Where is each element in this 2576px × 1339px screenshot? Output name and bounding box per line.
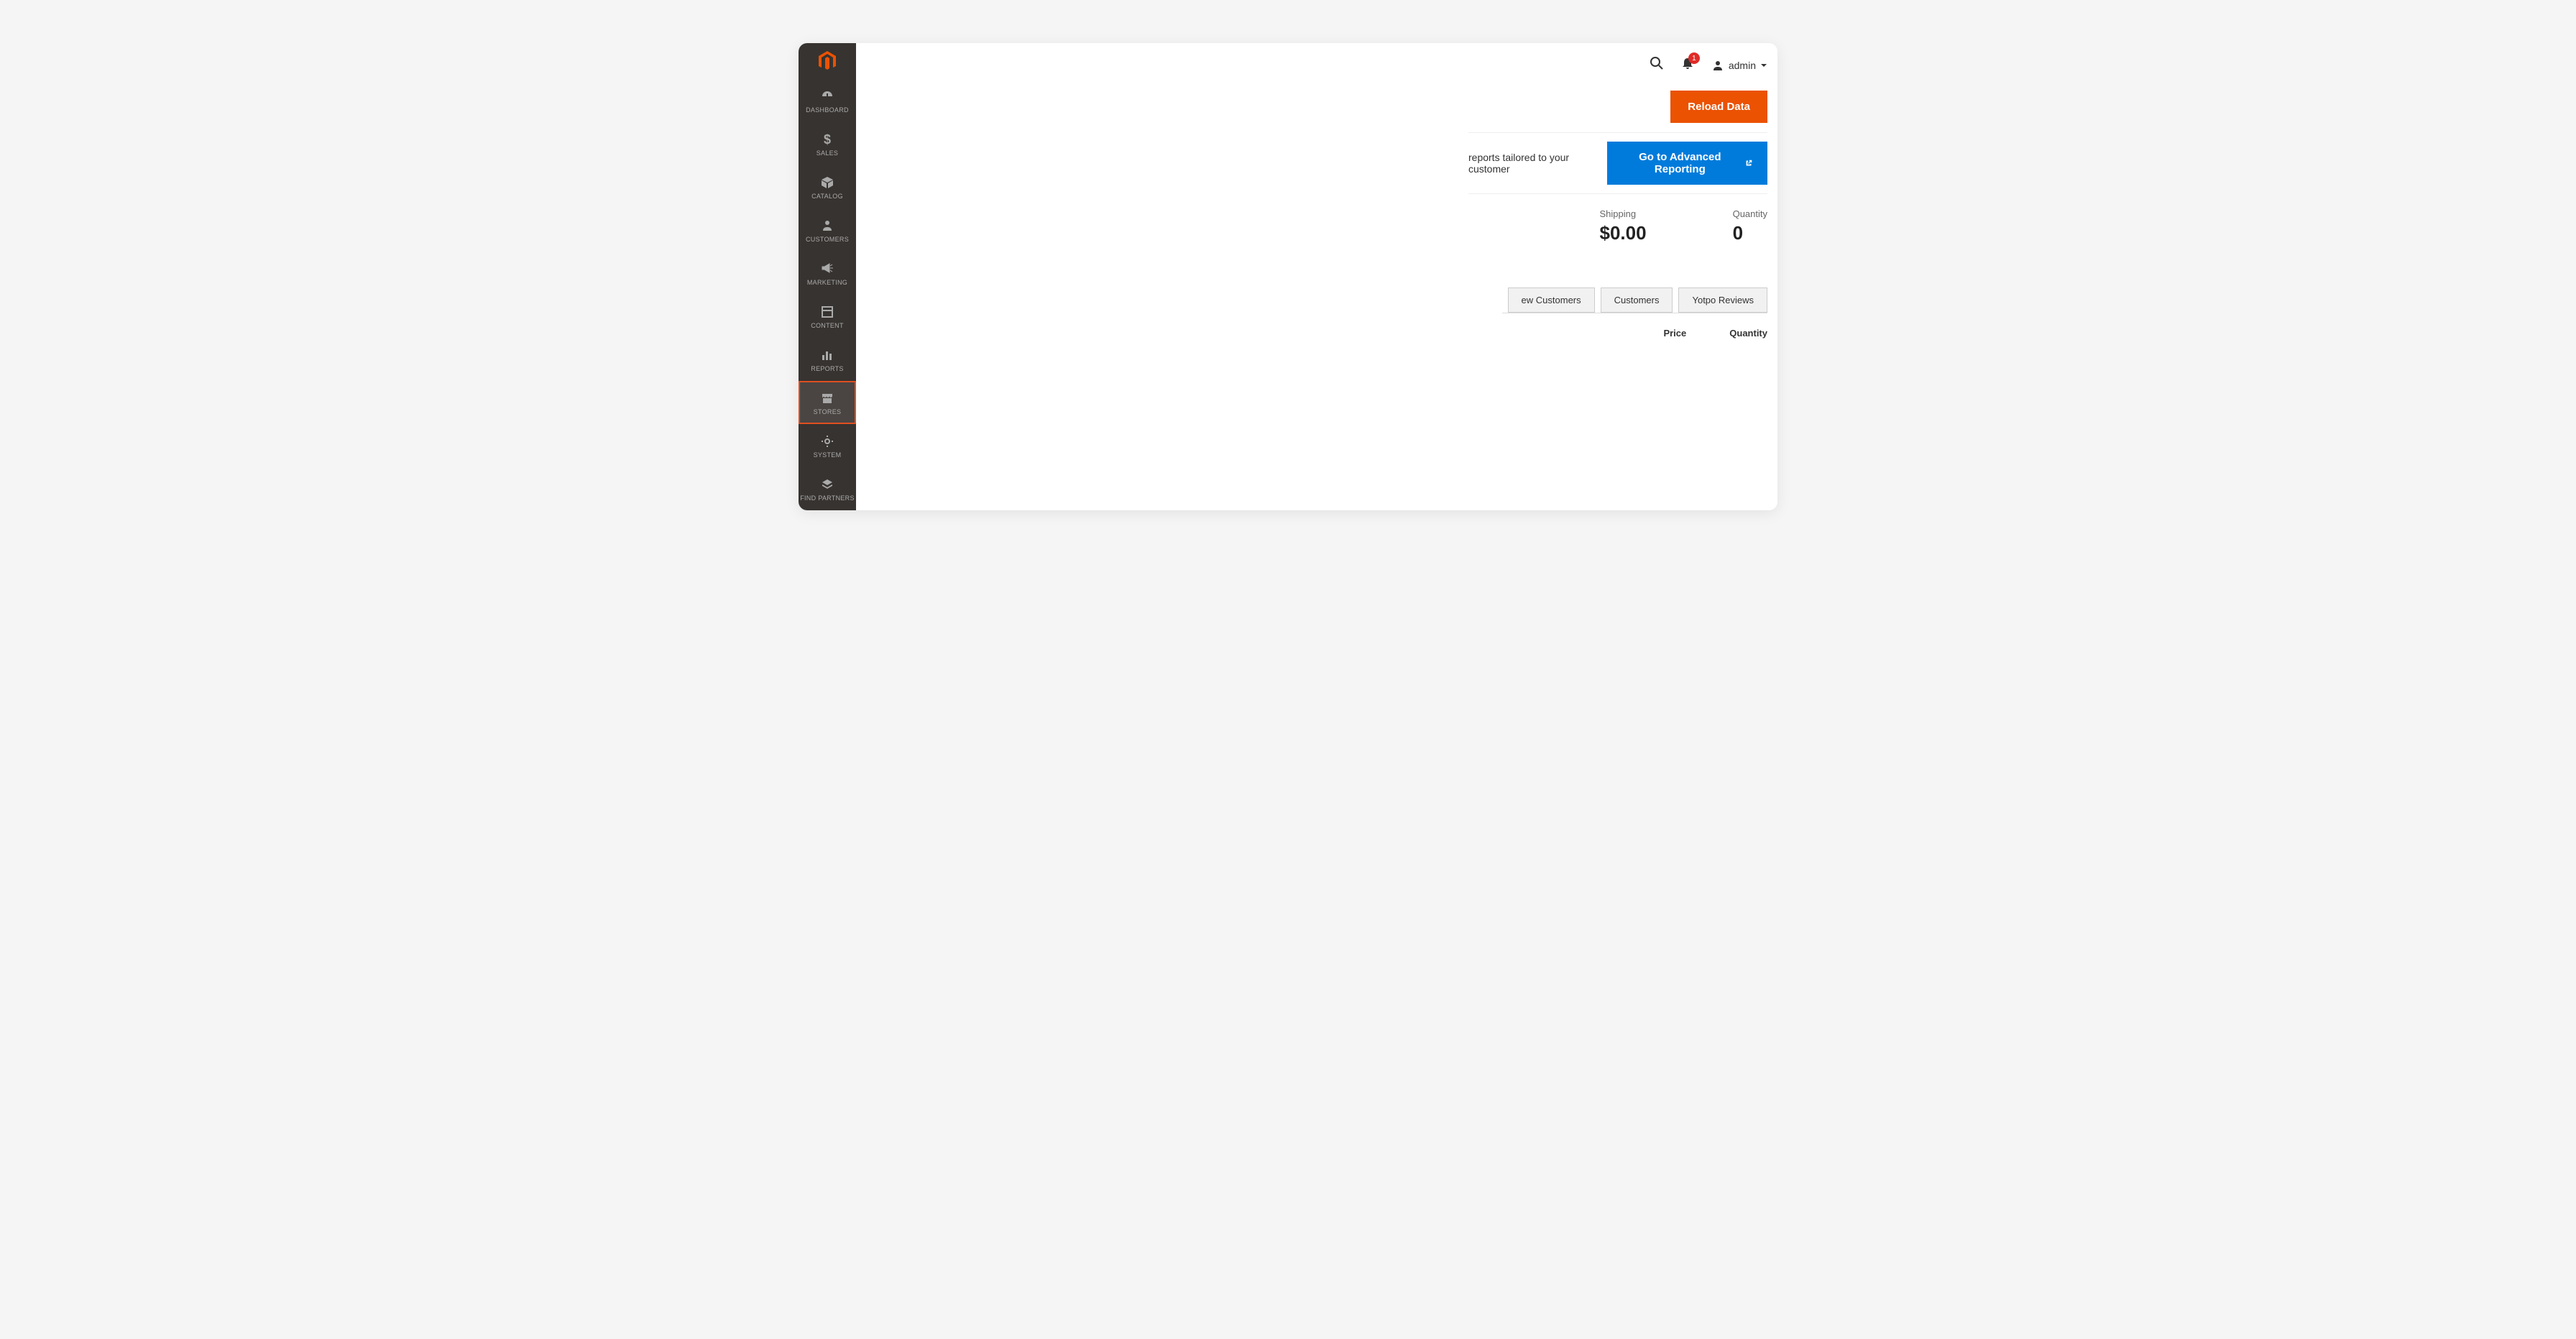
table-col-quantity: Quantity (1729, 328, 1767, 339)
sidebar-item-content[interactable]: CONTENT (799, 295, 856, 338)
partners-icon (819, 477, 835, 492)
sidebar-item-dashboard[interactable]: DASHBOARD (799, 79, 856, 122)
sidebar-item-sales[interactable]: $ SALES (799, 122, 856, 165)
gear-icon (819, 433, 835, 449)
external-link-icon (1744, 158, 1753, 168)
tab-customers[interactable]: Customers (1601, 287, 1673, 313)
user-label: admin (1729, 60, 1756, 71)
topbar: 1 admin (1650, 49, 1767, 81)
stat-value: 0 (1733, 222, 1767, 244)
dashboard-icon (819, 88, 835, 104)
dollar-icon: $ (819, 132, 835, 147)
person-icon (819, 218, 835, 234)
stat-quantity: Quantity 0 (1733, 208, 1767, 244)
box-icon (819, 175, 835, 190)
sidebar-item-label: MARKETING (807, 279, 847, 286)
stat-value: $0.00 (1600, 222, 1647, 244)
store-icon (819, 390, 835, 406)
bars-icon (819, 347, 835, 363)
search-icon[interactable] (1650, 56, 1664, 74)
magento-logo[interactable] (799, 43, 856, 79)
user-menu[interactable]: admin (1711, 59, 1767, 72)
sidebar-item-partners[interactable]: FIND PARTNERS (799, 467, 856, 510)
sidebar-item-label: FIND PARTNERS (800, 494, 855, 502)
adv-reporting-text: reports tailored to your customer (1468, 152, 1594, 175)
stat-shipping: Shipping $0.00 (1600, 208, 1647, 244)
sidebar-item-label: SALES (816, 149, 839, 157)
stat-label: Shipping (1600, 208, 1647, 219)
sidebar-item-label: CUSTOMERS (806, 236, 849, 243)
svg-text:$: $ (824, 132, 831, 147)
sidebar-item-label: SYSTEM (814, 451, 842, 459)
table-header: Price Quantity (1663, 328, 1767, 339)
sidebar-item-stores[interactable]: STORES (799, 381, 856, 424)
tabs-row: ew CustomersCustomersYotpo Reviews (1502, 287, 1767, 313)
sidebar-item-label: REPORTS (811, 365, 843, 372)
sidebar-item-customers[interactable]: CUSTOMERS (799, 208, 856, 252)
sidebar-item-label: CONTENT (811, 322, 844, 329)
tab-ew-customers[interactable]: ew Customers (1508, 287, 1595, 313)
reload-data-button[interactable]: Reload Data (1670, 91, 1767, 123)
sidebar-item-label: DASHBOARD (806, 106, 849, 114)
table-col-price: Price (1663, 328, 1686, 339)
sidebar-item-marketing[interactable]: MARKETING (799, 252, 856, 295)
chevron-down-icon (1760, 62, 1767, 69)
notification-badge: 1 (1688, 52, 1700, 64)
stats-row: Shipping $0.00 Quantity 0 (1600, 208, 1768, 244)
tab-yotpo-reviews[interactable]: Yotpo Reviews (1678, 287, 1767, 313)
advanced-reporting-bar: reports tailored to your customer Go to … (1468, 132, 1767, 194)
stat-label: Quantity (1733, 208, 1767, 219)
sidebar-item-system[interactable]: SYSTEM (799, 424, 856, 467)
advanced-reporting-button[interactable]: Go to Advanced Reporting (1607, 142, 1767, 185)
layout-icon (819, 304, 835, 320)
sidebar-item-reports[interactable]: REPORTS (799, 338, 856, 381)
main-content: 1 admin Reload Data reports tailored to … (856, 43, 1777, 510)
sidebar-item-label: CATALOG (811, 193, 843, 200)
admin-window: DASHBOARD $ SALES CATALOG CUSTOMERS MARKETING… (799, 43, 1777, 510)
megaphone-icon (819, 261, 835, 277)
sidebar-item-label: STORES (814, 408, 842, 415)
admin-sidebar: DASHBOARD $ SALES CATALOG CUSTOMERS MARKETING… (799, 43, 856, 510)
notifications-button[interactable]: 1 (1681, 57, 1694, 73)
sidebar-item-catalog[interactable]: CATALOG (799, 165, 856, 208)
